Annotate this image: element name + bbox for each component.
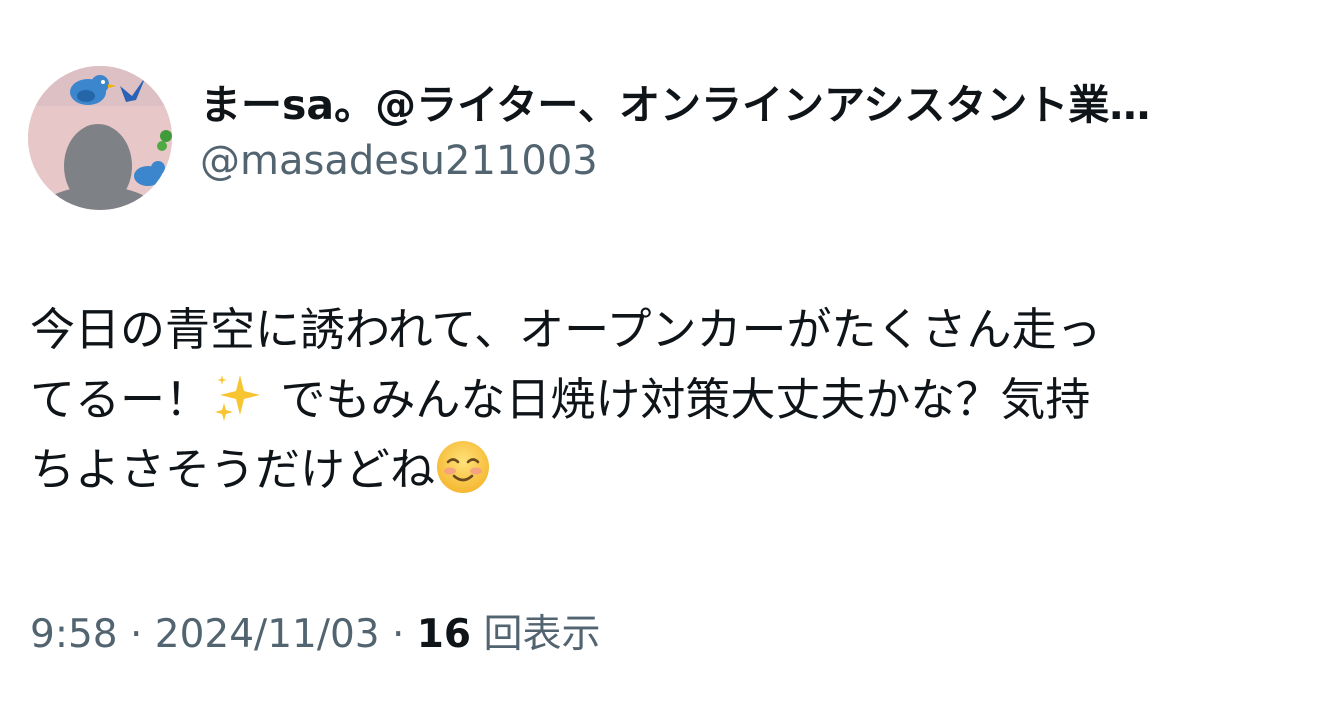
tweet-text-segment: ちよさそうだけどね: [30, 443, 436, 496]
tweet-time[interactable]: 9:58: [30, 612, 118, 657]
tweet-text: 今日の青空に誘われて、オープンカーがたくさん走っ てるー！ でもみんな日焼け対策…: [30, 295, 1280, 505]
meta-separator: ·: [117, 612, 155, 657]
avatar-image: [28, 66, 172, 210]
tweet-meta: 9:58 · 2024/11/03 · 16 回表示: [30, 610, 600, 660]
tweet-text-segment: でもみんな日焼け対策大丈夫かな？気持: [266, 373, 1091, 426]
meta-separator: ·: [379, 612, 417, 657]
tweet-date[interactable]: 2024/11/03: [155, 612, 380, 657]
tweet-card: まーsa。@ライター、オンラインアシスタント業… @masadesu211003…: [0, 0, 1320, 705]
user-handle[interactable]: @masadesu211003: [200, 136, 1290, 186]
views-label: 回表示: [471, 612, 601, 657]
tweet-text-line: てるー！ でもみんな日焼け対策大丈夫かな？気持: [30, 365, 1280, 435]
sparkles-icon: [215, 375, 261, 421]
avatar[interactable]: [28, 66, 172, 210]
tweet-text-segment: てるー！: [30, 373, 211, 426]
display-name[interactable]: まーsa。@ライター、オンラインアシスタント業…: [200, 78, 1290, 132]
tweet-text-line: ちよさそうだけどね: [30, 435, 1280, 505]
tweet-header: まーsa。@ライター、オンラインアシスタント業… @masadesu211003: [200, 78, 1290, 186]
views-count: 16: [416, 612, 472, 657]
tweet-text-line: 今日の青空に誘われて、オープンカーがたくさん走っ: [30, 303, 1102, 356]
smiling-face-icon: [437, 441, 490, 493]
